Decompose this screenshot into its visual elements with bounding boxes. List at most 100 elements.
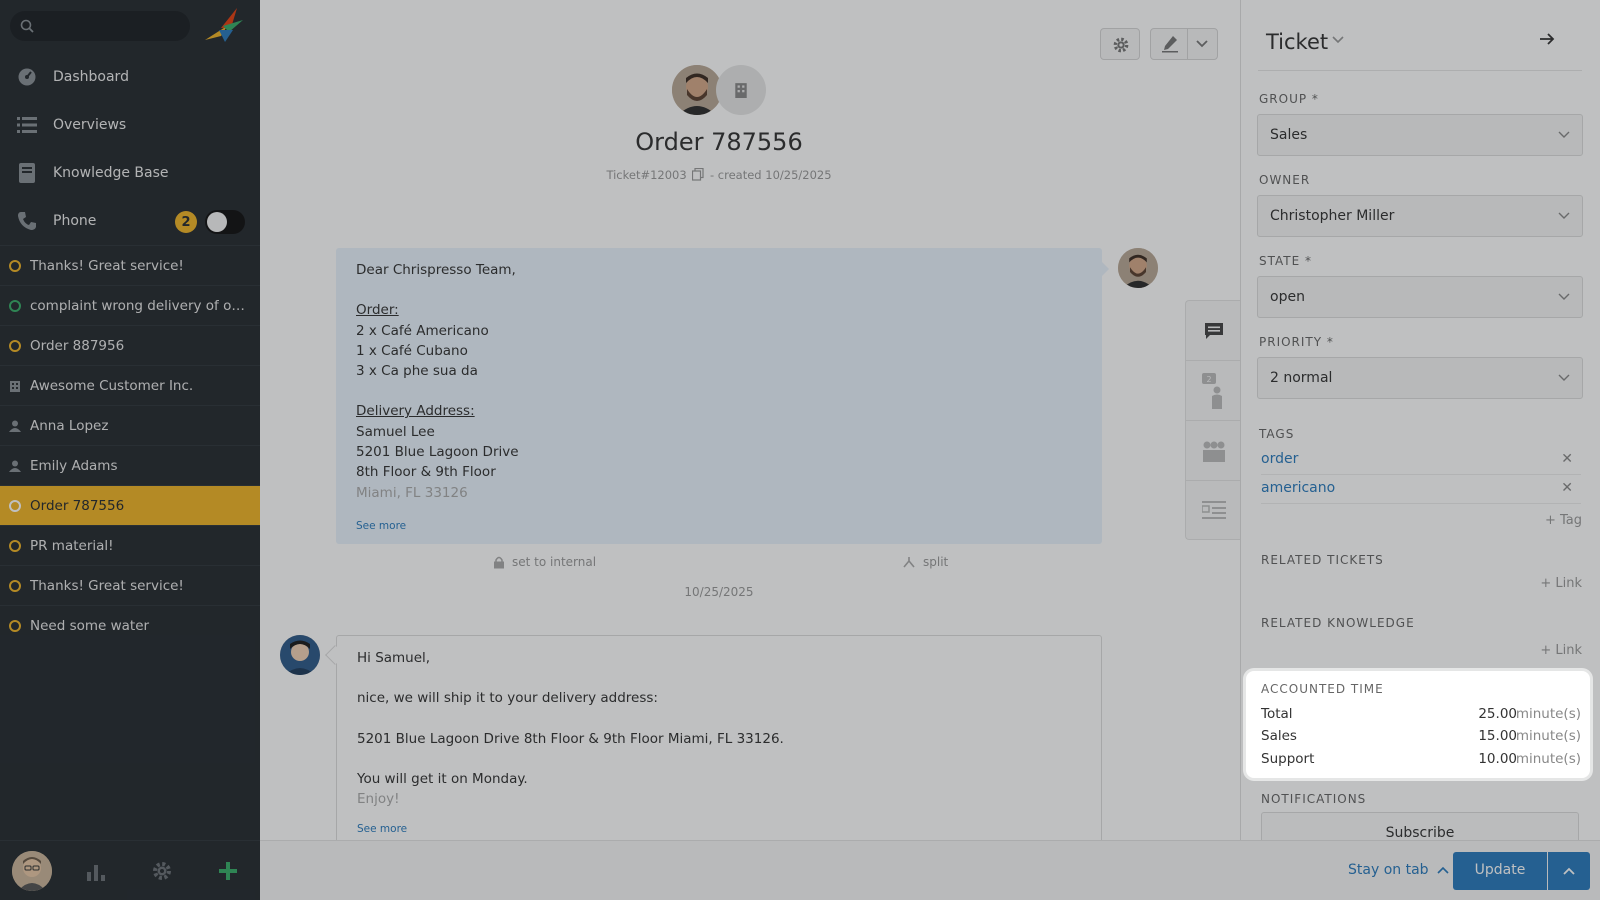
set-internal-action[interactable]: set to internal [493, 555, 596, 569]
tag-label: order [1261, 451, 1299, 467]
add-tag-link[interactable]: + Tag [1545, 513, 1582, 528]
nav-phone[interactable]: Phone 2 [0, 197, 260, 245]
related-tickets-heading: Related Tickets [1261, 553, 1384, 567]
stay-on-tab-toggle[interactable]: Stay on tab [1348, 862, 1449, 878]
remove-tag-icon[interactable]: ✕ [1561, 451, 1573, 467]
phone-count-badge: 2 [175, 211, 197, 233]
add-icon[interactable] [217, 860, 239, 882]
add-knowledge-link[interactable]: + Link [1540, 643, 1582, 658]
agent-avatar[interactable] [280, 635, 320, 675]
ticket-open-icon [9, 499, 21, 512]
state-value: open [1270, 289, 1305, 305]
priority-label: Priority * [1259, 335, 1334, 349]
phone-toggle[interactable] [205, 210, 245, 234]
priority-select[interactable]: 2 normal [1257, 357, 1583, 399]
split-action[interactable]: split [902, 555, 948, 569]
article-line-faded: Enjoy! [357, 791, 400, 808]
group-select[interactable]: Sales [1257, 114, 1583, 156]
list-icon [15, 113, 39, 137]
task-item[interactable]: Need some water [0, 605, 260, 645]
task-item[interactable]: Emily Adams [0, 445, 260, 485]
article-greeting: Hi Samuel, [357, 650, 431, 666]
svg-text:2: 2 [1206, 375, 1211, 384]
state-select[interactable]: open [1257, 276, 1583, 318]
tag-item[interactable]: americano ✕ [1261, 476, 1581, 504]
panel-title[interactable]: Ticket [1266, 30, 1328, 54]
task-item[interactable]: Order 887956 [0, 325, 260, 365]
task-label: PR material! [30, 537, 114, 554]
lock-icon [494, 556, 504, 568]
ticket-actions-button[interactable] [1150, 28, 1218, 60]
search-input[interactable] [10, 11, 190, 41]
update-menu-button[interactable] [1548, 852, 1590, 890]
article-agent: Hi Samuel, nice, we will ship it to your… [336, 635, 1102, 855]
add-ticket-link[interactable]: + Link [1540, 576, 1582, 591]
ticket-title[interactable]: Order 787556 [260, 128, 1178, 156]
sidebar-tabs: 2 [1185, 300, 1241, 541]
ticket-open-icon [9, 579, 21, 592]
tab-ticket[interactable] [1186, 301, 1241, 361]
address-heading: Delivery Address: [356, 403, 475, 420]
task-item[interactable]: complaint wrong delivery of ord... [0, 285, 260, 325]
main-navigation: Dashboard Overviews Knowledge Base Phone… [0, 0, 260, 900]
ticket-meta: Ticket#12003 - created 10/25/2025 [260, 167, 1178, 182]
task-item[interactable]: Thanks! Great service! [0, 565, 260, 605]
nav-knowledge-base[interactable]: Knowledge Base [0, 149, 260, 197]
order-line: 1 x Café Cubano [356, 342, 468, 359]
nav-label: Overviews [53, 117, 127, 133]
article-line: 5201 Blue Lagoon Drive 8th Floor & 9th F… [357, 730, 784, 747]
tag-label: americano [1261, 480, 1336, 496]
reports-icon[interactable] [85, 860, 107, 882]
nav-overviews[interactable]: Overviews [0, 101, 260, 149]
task-item[interactable]: PR material! [0, 525, 260, 565]
see-more-link[interactable]: See more [356, 516, 406, 536]
ticket-open-icon [9, 619, 21, 632]
app-logo[interactable] [203, 6, 247, 46]
current-user-avatar[interactable] [12, 851, 52, 891]
time-unit: minute(s) [1515, 728, 1581, 744]
copy-icon[interactable] [692, 167, 704, 181]
address-line: 5201 Blue Lagoon Drive [356, 444, 519, 461]
time-value: 10.00 [1478, 751, 1517, 767]
tab-organization[interactable] [1186, 421, 1241, 481]
update-button[interactable]: Update [1453, 852, 1547, 890]
nav-label: Knowledge Base [53, 165, 169, 181]
accounted-time-row: Support 10.00 minute(s) [1261, 751, 1581, 767]
nav-dashboard[interactable]: Dashboard [0, 53, 260, 101]
time-unit: minute(s) [1515, 706, 1581, 722]
chevron-down-icon [1558, 293, 1570, 300]
action-label: set to internal [512, 555, 597, 569]
chevron-down-icon [1558, 212, 1570, 219]
owner-select[interactable]: Christopher Miller [1257, 195, 1583, 237]
time-label: Support [1261, 751, 1315, 767]
task-item[interactable]: Awesome Customer Inc. [0, 365, 260, 405]
task-item[interactable]: Thanks! Great service! [0, 245, 260, 285]
tab-checklist[interactable] [1186, 481, 1241, 541]
task-label: Order 887956 [30, 337, 125, 354]
organization-avatar[interactable] [716, 65, 766, 115]
time-value: 25.00 [1478, 706, 1517, 722]
ticket-new-icon [9, 299, 21, 312]
gear-icon [1113, 37, 1129, 53]
nav-label: Dashboard [53, 69, 129, 85]
nav-label: Phone [53, 213, 97, 229]
customer-avatar-small[interactable] [1118, 248, 1158, 288]
see-more-link[interactable]: See more [357, 819, 407, 839]
chevron-down-icon[interactable] [1332, 36, 1344, 44]
tag-item[interactable]: order ✕ [1261, 447, 1581, 475]
ticket-zoom: Order 787556 Ticket#12003 - created 10/2… [260, 0, 1241, 900]
tab-customer[interactable]: 2 [1186, 361, 1241, 421]
gear-icon[interactable] [151, 860, 173, 882]
task-item-active[interactable]: Order 787556 [0, 485, 260, 525]
time-unit: minute(s) [1515, 751, 1581, 767]
ticket-open-icon [9, 539, 21, 552]
ticket-settings-button[interactable] [1100, 28, 1140, 60]
article-greeting: Dear Chrispresso Team, [356, 262, 516, 278]
ticket-action-bar: Stay on tab Update [260, 840, 1600, 900]
ticket-number: Ticket#12003 [606, 168, 687, 182]
collapse-panel-icon[interactable] [1539, 32, 1555, 46]
customer-avatar[interactable] [672, 65, 722, 115]
task-item[interactable]: Anna Lopez [0, 405, 260, 445]
remove-tag-icon[interactable]: ✕ [1561, 480, 1573, 496]
group-value: Sales [1270, 127, 1308, 143]
